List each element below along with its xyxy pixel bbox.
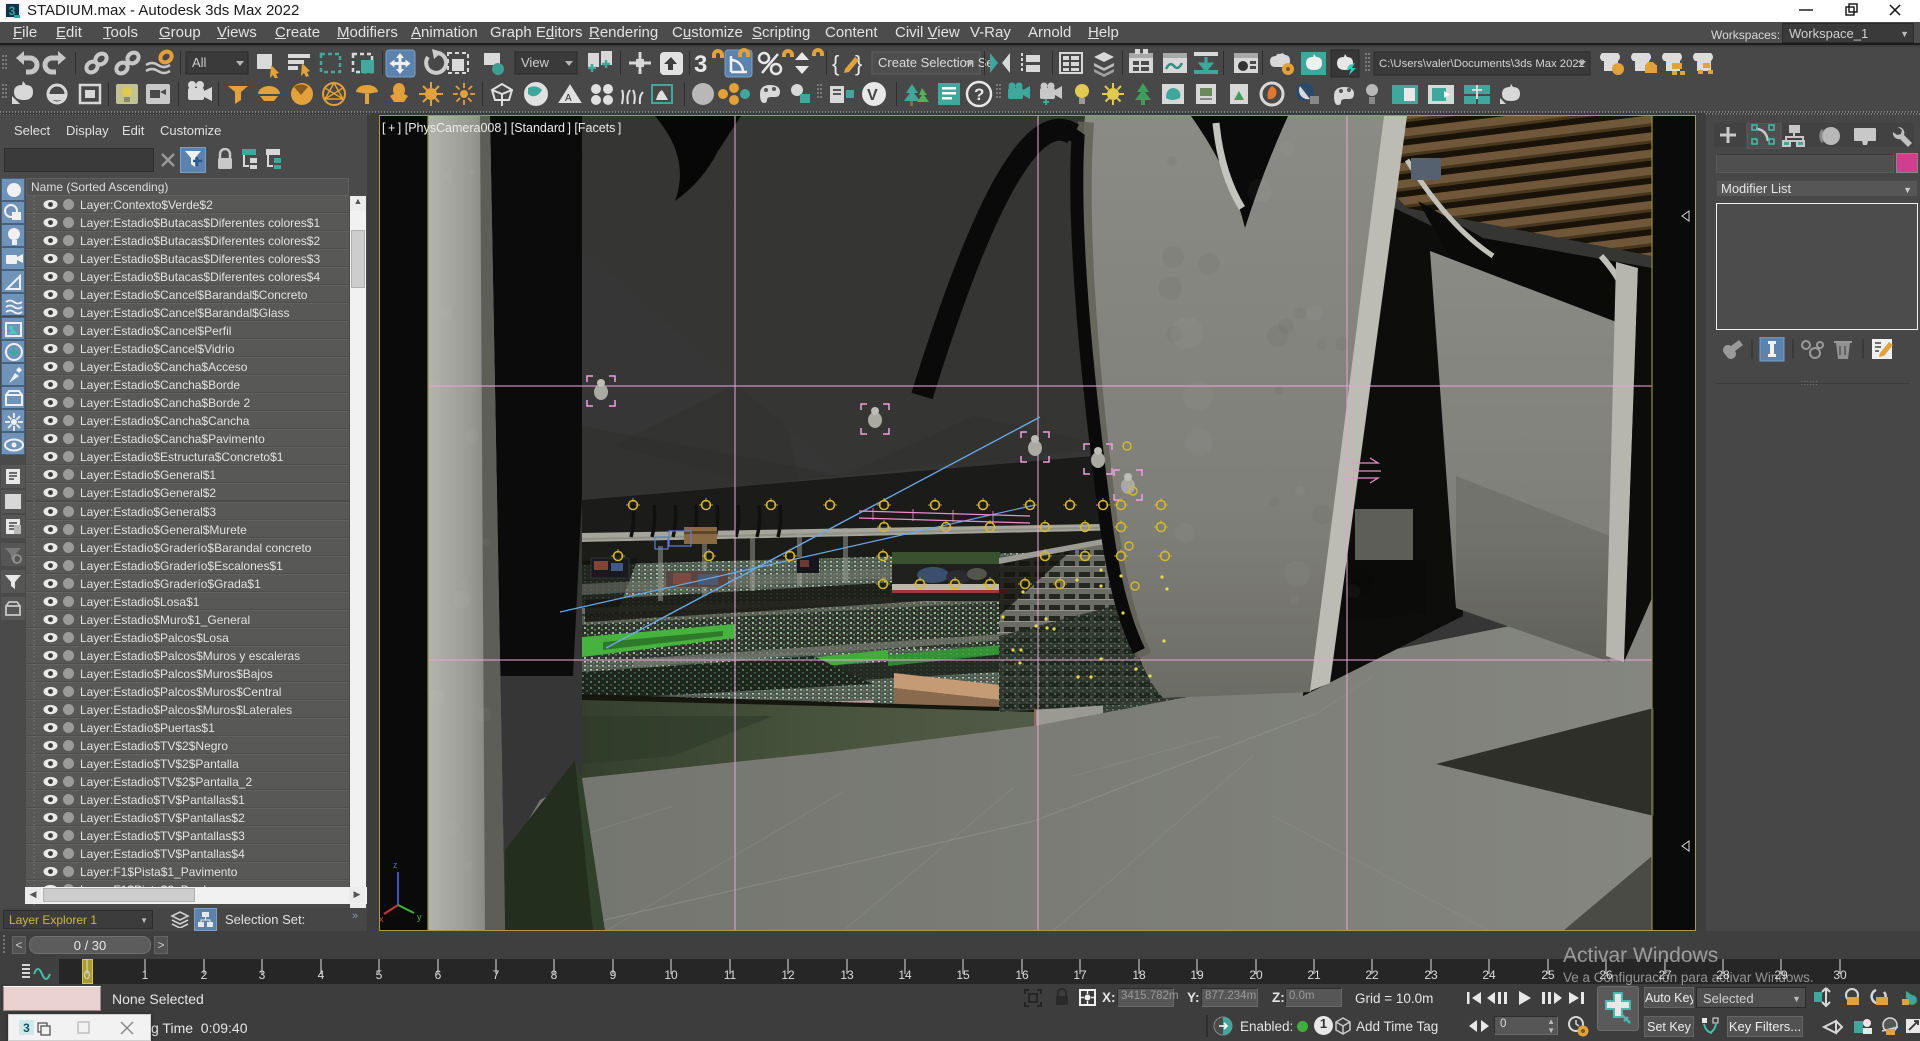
svg-text:0: 0 [84,968,91,982]
svg-text:17: 17 [1073,968,1087,982]
svg-text:23: 23 [1424,968,1438,982]
svg-text:6: 6 [435,968,442,982]
svg-text:30: 30 [1833,968,1847,982]
svg-text:8: 8 [551,968,558,982]
svg-text:13: 13 [840,968,854,982]
svg-text:?: ? [974,85,984,104]
svg-text:A: A [565,93,572,104]
svg-text:3: 3 [23,1021,30,1035]
svg-text:16: 16 [1015,968,1029,982]
svg-text:19: 19 [1190,968,1204,982]
svg-text:14: 14 [898,968,912,982]
svg-text:2: 2 [201,968,208,982]
svg-text:V: V [867,87,878,104]
svg-text:}: } [855,51,862,76]
svg-text:24: 24 [1482,968,1496,982]
svg-text:15: 15 [956,968,970,982]
svg-text:{: { [832,51,839,76]
svg-text:View: View [521,55,550,70]
svg-text:9: 9 [610,968,617,982]
svg-text:18: 18 [1132,968,1146,982]
svg-text:25: 25 [1541,968,1555,982]
svg-text:10: 10 [664,968,678,982]
svg-text:4: 4 [318,968,325,982]
svg-text:5: 5 [376,968,383,982]
svg-text:x: x [379,914,384,924]
svg-text:y: y [417,912,422,922]
svg-text:21: 21 [1307,968,1321,982]
svg-text:Create Selection Se: Create Selection Se [878,55,994,70]
svg-text:z: z [393,860,398,870]
svg-text:20: 20 [1249,968,1263,982]
svg-text:3: 3 [259,968,266,982]
svg-text:22: 22 [1365,968,1379,982]
svg-text:3: 3 [694,51,707,78]
svg-text:7: 7 [493,968,500,982]
svg-text:1: 1 [142,968,149,982]
svg-text:All: All [192,55,207,70]
svg-text:C:\Users\valer\Documents\3ds M: C:\Users\valer\Documents\3ds Max 2022 [1379,58,1585,70]
svg-text:12: 12 [781,968,795,982]
svg-text:11: 11 [724,968,737,982]
